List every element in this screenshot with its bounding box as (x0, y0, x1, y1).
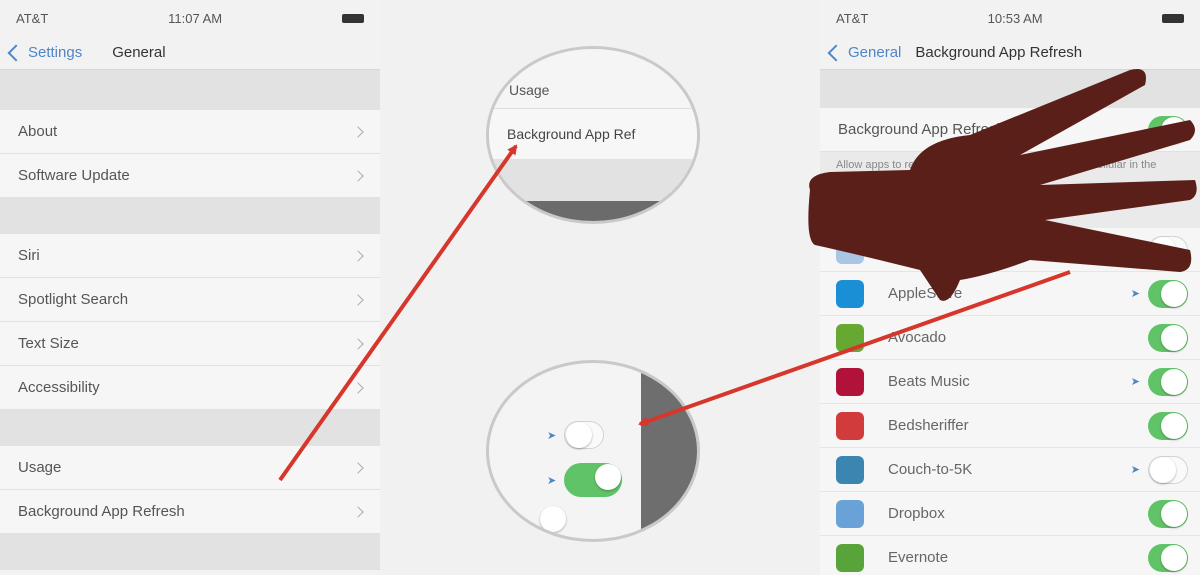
hand-icon (808, 69, 1197, 301)
arrow-to-zoom-top (278, 144, 518, 482)
